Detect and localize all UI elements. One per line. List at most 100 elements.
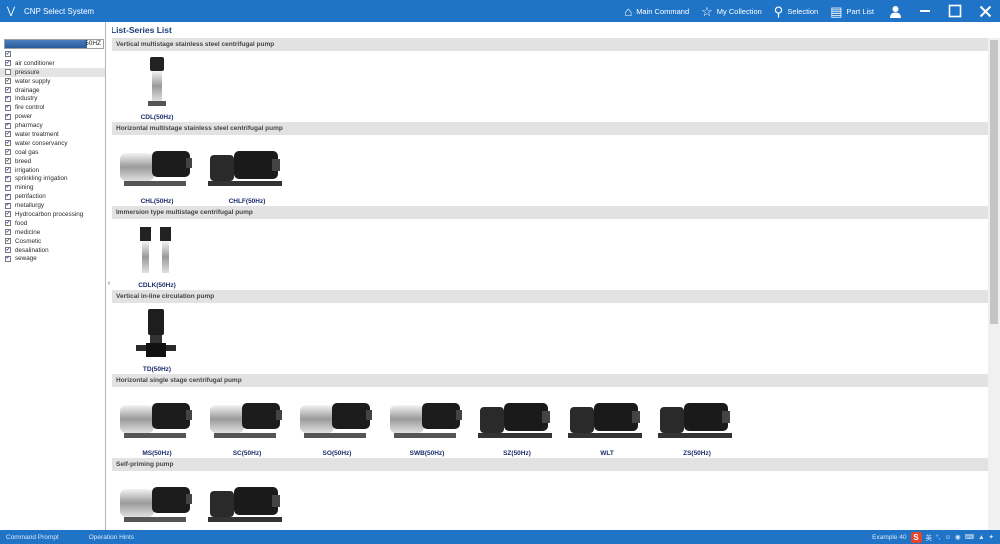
product-label[interactable]: CDLK(50Hz): [112, 282, 202, 289]
pump-image[interactable]: [202, 391, 292, 445]
product-card[interactable]: MS(50Hz): [112, 387, 202, 458]
category-checkbox[interactable]: ✔: [5, 211, 11, 218]
pump-image[interactable]: [382, 391, 472, 445]
category-item[interactable]: ✔ sewage: [0, 254, 105, 263]
category-checkbox[interactable]: ✔: [5, 104, 11, 111]
pump-image[interactable]: [292, 391, 382, 445]
shirt-icon[interactable]: ▲: [978, 534, 984, 541]
pump-image[interactable]: [112, 55, 202, 109]
pump-image[interactable]: [562, 391, 652, 445]
category-checkbox[interactable]: ✔: [5, 95, 11, 102]
category-item[interactable]: ✔ medicine: [0, 228, 105, 237]
product-card[interactable]: WLT: [562, 387, 652, 458]
category-item[interactable]: ✔ water supply: [0, 77, 105, 86]
category-checkbox[interactable]: ✔: [5, 202, 11, 209]
user-icon[interactable]: [880, 0, 910, 22]
product-label[interactable]: SO(50Hz): [292, 450, 382, 457]
pump-image[interactable]: [472, 391, 562, 445]
chevron-down-icon[interactable]: ⋁: [0, 0, 22, 22]
category-item[interactable]: pressure: [0, 67, 105, 77]
vertical-scrollbar[interactable]: [988, 38, 1000, 530]
scrollbar-thumb[interactable]: [990, 40, 998, 324]
category-checkbox[interactable]: ✔: [5, 167, 11, 174]
product-card[interactable]: CHLF(50Hz): [202, 135, 292, 206]
category-item[interactable]: ✔ fire control: [0, 103, 105, 112]
product-card[interactable]: ZS(50Hz): [652, 387, 742, 458]
pump-image[interactable]: [112, 475, 202, 529]
category-checkbox[interactable]: ✔: [5, 255, 11, 262]
my-collection-button[interactable]: ☆ My Collection: [695, 0, 768, 22]
category-item[interactable]: ✔ petrifaction: [0, 192, 105, 201]
product-label[interactable]: ZS(50Hz): [652, 450, 742, 457]
category-item[interactable]: ✔ sprinkling irrigation: [0, 174, 105, 183]
product-label[interactable]: TD(50Hz): [112, 366, 202, 373]
category-item[interactable]: ✔ air conditioner: [0, 59, 105, 68]
ime-language[interactable]: 英: [926, 532, 933, 542]
category-checkbox[interactable]: ✔: [5, 175, 11, 182]
category-item[interactable]: ✔: [0, 50, 105, 59]
ime-punct-icon[interactable]: °,: [936, 534, 940, 541]
ime-emoji-icon[interactable]: ☺: [944, 534, 951, 541]
category-checkbox[interactable]: ✔: [5, 193, 11, 200]
product-label[interactable]: CDL(50Hz): [112, 114, 202, 121]
product-card[interactable]: CDL(50Hz): [112, 51, 202, 122]
product-card[interactable]: SZ(50Hz): [472, 387, 562, 458]
category-checkbox[interactable]: ✔: [5, 140, 11, 147]
category-item[interactable]: ✔ food: [0, 219, 105, 228]
category-item[interactable]: ✔ pharmacy: [0, 121, 105, 130]
pump-image[interactable]: [112, 391, 202, 445]
close-icon[interactable]: [970, 0, 1000, 22]
category-item[interactable]: ✔ coal gas: [0, 148, 105, 157]
product-card[interactable]: SC(50Hz): [202, 387, 292, 458]
category-checkbox[interactable]: ✔: [5, 87, 11, 93]
tab-part-list-series[interactable]: Part List-Series List: [112, 25, 172, 35]
category-checkbox[interactable]: ✔: [5, 184, 11, 191]
category-item[interactable]: ✔ mining: [0, 183, 105, 192]
category-checkbox[interactable]: ✔: [5, 158, 11, 165]
keyboard-icon[interactable]: ⌨: [965, 533, 974, 541]
pump-image[interactable]: [652, 391, 742, 445]
category-checkbox[interactable]: ✔: [5, 122, 11, 129]
pump-image[interactable]: [112, 223, 202, 277]
pump-image[interactable]: [112, 307, 202, 361]
category-item[interactable]: ✔ breed: [0, 157, 105, 166]
product-label[interactable]: WLT: [562, 450, 652, 457]
category-checkbox[interactable]: ✔: [5, 229, 11, 236]
category-item[interactable]: ✔ irrigation: [0, 166, 105, 175]
category-checkbox[interactable]: ✔: [5, 51, 11, 58]
product-card[interactable]: SWB(50Hz): [382, 387, 472, 458]
frequency-select[interactable]: 50HZ: [4, 39, 104, 49]
main-command-button[interactable]: ⌂ Main Command: [618, 0, 695, 22]
category-item[interactable]: ✔ desalination: [0, 246, 105, 255]
product-label[interactable]: MS(50Hz): [112, 450, 202, 457]
category-checkbox[interactable]: ✔: [5, 247, 11, 254]
category-checkbox[interactable]: ✔: [5, 149, 11, 156]
category-checkbox[interactable]: ✔: [5, 113, 11, 120]
product-card[interactable]: CHL(50Hz): [112, 135, 202, 206]
product-label[interactable]: SZ(50Hz): [472, 450, 562, 457]
product-label[interactable]: SC(50Hz): [202, 450, 292, 457]
product-card[interactable]: SO(50Hz): [292, 387, 382, 458]
tools-icon[interactable]: ✦: [989, 533, 994, 541]
product-label[interactable]: SWB(50Hz): [382, 450, 472, 457]
maximize-icon[interactable]: [940, 0, 970, 22]
pump-image[interactable]: [112, 139, 202, 193]
category-item[interactable]: ✔ water conservancy: [0, 139, 105, 148]
category-checkbox[interactable]: ✔: [5, 220, 11, 227]
category-item[interactable]: ✔ Industry: [0, 94, 105, 103]
part-list-button[interactable]: ▤ Part List: [824, 0, 880, 22]
microphone-icon[interactable]: ◉: [955, 533, 961, 541]
category-checkbox[interactable]: [5, 69, 11, 76]
product-card[interactable]: CDLK(50Hz): [112, 219, 202, 290]
category-item[interactable]: ✔ metallurgy: [0, 201, 105, 210]
product-card[interactable]: [202, 471, 292, 530]
category-checkbox[interactable]: ✔: [5, 238, 11, 245]
category-checkbox[interactable]: ✔: [5, 131, 11, 138]
category-item[interactable]: ✔ Cosmetic: [0, 237, 105, 246]
category-item[interactable]: ✔ Hydrocarbon processing: [0, 210, 105, 219]
product-label[interactable]: CHLF(50Hz): [202, 198, 292, 205]
category-checkbox[interactable]: ✔: [5, 60, 11, 67]
selection-button[interactable]: ⚲ Selection: [768, 0, 824, 22]
product-card[interactable]: TD(50Hz): [112, 303, 202, 374]
product-card[interactable]: [112, 471, 202, 530]
